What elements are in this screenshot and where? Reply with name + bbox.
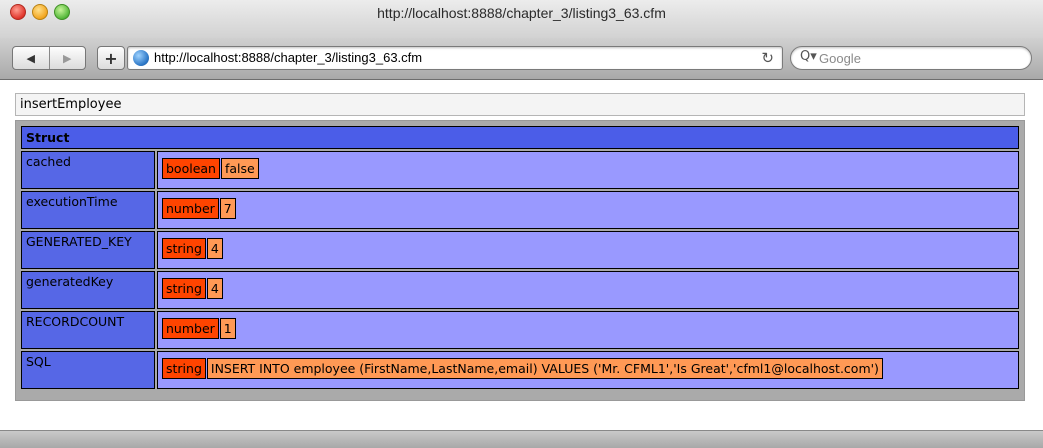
url-text[interactable]: http://localhost:8888/chapter_3/listing3… (154, 50, 422, 65)
value-badge: 4 (206, 238, 223, 259)
type-badge: string (162, 238, 206, 259)
struct-value: boolean false (157, 151, 1019, 189)
struct-table: Struct cached boolean false executionTime… (19, 124, 1021, 391)
type-badge: number (162, 198, 219, 219)
page-content: insertEmployee Struct cached boolean fals… (0, 81, 1043, 430)
struct-key[interactable]: GENERATED_KEY (21, 231, 155, 269)
struct-row: GENERATED_KEY string 4 (21, 231, 1019, 269)
title-bar: http://localhost:8888/chapter_3/listing3… (0, 0, 1043, 38)
struct-key[interactable]: executionTime (21, 191, 155, 229)
struct-header[interactable]: Struct (21, 126, 1019, 149)
struct-row: RECORDCOUNT number 1 (21, 311, 1019, 349)
type-badge: string (162, 278, 206, 299)
struct-key[interactable]: cached (21, 151, 155, 189)
struct-value: number 7 (157, 191, 1019, 229)
nav-button-group: ◀ ▶ (12, 46, 86, 70)
struct-dump: Struct cached boolean false executionTime… (15, 120, 1025, 401)
window-title: http://localhost:8888/chapter_3/listing3… (377, 5, 666, 21)
value-badge: 7 (219, 198, 236, 219)
forward-button[interactable]: ▶ (50, 47, 86, 69)
back-button[interactable]: ◀ (13, 47, 50, 69)
add-bookmark-button[interactable]: + (97, 46, 125, 70)
search-box[interactable]: Q▾ (790, 46, 1032, 70)
struct-key[interactable]: SQL (21, 351, 155, 389)
search-icon[interactable]: Q▾ (800, 49, 817, 64)
type-badge: boolean (162, 158, 220, 179)
struct-value: number 1 (157, 311, 1019, 349)
status-bar (0, 430, 1043, 448)
address-bar[interactable]: http://localhost:8888/chapter_3/listing3… (127, 46, 783, 70)
struct-key[interactable]: generatedKey (21, 271, 155, 309)
struct-row: SQL string INSERT INTO employee (FirstNam… (21, 351, 1019, 389)
browser-toolbar: ◀ ▶ + http://localhost:8888/chapter_3/li… (0, 38, 1043, 80)
type-badge: string (162, 358, 206, 379)
value-badge: INSERT INTO employee (FirstName,LastName… (206, 358, 883, 379)
struct-value: string 4 (157, 271, 1019, 309)
value-badge: 1 (219, 318, 236, 339)
struct-row: cached boolean false (21, 151, 1019, 189)
struct-key[interactable]: RECORDCOUNT (21, 311, 155, 349)
globe-icon (133, 50, 149, 66)
struct-value: string 4 (157, 231, 1019, 269)
value-badge: 4 (206, 278, 223, 299)
reload-icon[interactable]: ↻ (761, 49, 774, 67)
struct-row: generatedKey string 4 (21, 271, 1019, 309)
struct-row: executionTime number 7 (21, 191, 1019, 229)
value-badge: false (220, 158, 259, 179)
struct-value: string INSERT INTO employee (FirstName,La… (157, 351, 1019, 389)
type-badge: number (162, 318, 219, 339)
dump-variable-label: insertEmployee (15, 93, 1025, 116)
search-input[interactable] (819, 49, 1019, 67)
